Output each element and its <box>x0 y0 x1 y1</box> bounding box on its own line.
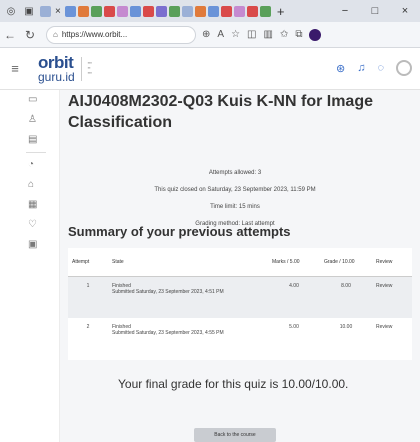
favorite-star-icon[interactable]: ☆ <box>231 29 240 40</box>
page-title: AIJ0408M2302-Q03 Kuis K-NN for Image Cla… <box>68 93 373 131</box>
read-aloud-icon[interactable]: A <box>217 29 224 40</box>
tab-favicon[interactable] <box>155 5 167 17</box>
favorites-icon[interactable]: ✩ <box>280 29 288 40</box>
tab-actions-icon[interactable]: ▣ <box>22 4 36 18</box>
url-field[interactable]: ⌂ https://www.orbit... <box>46 25 196 44</box>
extensions-icon[interactable]: ◫ <box>247 29 256 40</box>
header-grade: Grade / 10.00 <box>320 248 372 277</box>
badge-icon[interactable]: ♡ <box>0 215 60 235</box>
notifications-bell-icon[interactable]: ♫ <box>357 62 365 74</box>
rail-divider <box>26 152 46 153</box>
messages-chat-icon[interactable]: ◌ <box>377 62 384 74</box>
logo-tagline-graphic: ▪▪▪ ▪▪ ▪▪▪ <box>87 60 92 75</box>
back-to-course-button[interactable]: Back to the course <box>194 428 276 442</box>
tab-favicon[interactable] <box>194 5 206 17</box>
header-actions: ⊛ ♫ ◌ <box>336 60 412 76</box>
quiz-closed-date: This quiz closed on Saturday, 23 Septemb… <box>154 187 316 193</box>
tab-favicon[interactable] <box>233 5 245 17</box>
attempt-number: 1 <box>68 276 108 318</box>
tab-favicon[interactable] <box>220 5 232 17</box>
tab-strip: × <box>40 5 271 17</box>
site-header: ≡ orbit guru.id ▪▪▪ ▪▪ ▪▪▪ ⊛ ♫ ◌ <box>0 48 420 90</box>
tab-favicon[interactable] <box>77 5 89 17</box>
tab-favicon[interactable] <box>103 5 115 17</box>
window-controls: − □ × <box>330 0 420 22</box>
tab-favicon[interactable] <box>168 5 180 17</box>
header-marks: Marks / 5.00 <box>268 248 320 277</box>
logo-main-text: orbit <box>38 53 74 72</box>
attempts-allowed: Attempts allowed: 3 <box>208 170 262 176</box>
hamburger-menu-icon[interactable]: ≡ <box>0 61 30 76</box>
header-review: Review <box>372 248 412 277</box>
logo-divider <box>80 56 82 81</box>
table-header-row: Attempt State Marks / 5.00 Grade / 10.00… <box>68 248 412 277</box>
tab-favicon[interactable] <box>181 5 193 17</box>
maximize-button[interactable]: □ <box>360 5 390 17</box>
tab-favicon[interactable] <box>64 5 76 17</box>
attempt-state: Finished Submitted Saturday, 23 Septembe… <box>108 318 268 360</box>
final-grade-text: Your final grade for this quiz is 10.00/… <box>118 377 349 391</box>
profile-icon[interactable] <box>309 28 322 41</box>
table-row: 2 Finished Submitted Saturday, 23 Septem… <box>68 318 412 360</box>
attempt-grade: 8.00 <box>320 276 372 318</box>
logo-sub-text: guru.id <box>38 70 75 84</box>
tab-favicon[interactable] <box>129 5 141 17</box>
header-attempt: Attempt <box>68 248 108 277</box>
attempts-table: Attempt State Marks / 5.00 Grade / 10.00… <box>68 248 412 360</box>
tab-favicon[interactable] <box>142 5 154 17</box>
review-link[interactable]: Review <box>372 276 412 318</box>
attempt-state: Finished Submitted Saturday, 23 Septembe… <box>108 276 268 318</box>
folder-icon[interactable]: ▭ <box>0 90 60 110</box>
minimize-button[interactable]: − <box>330 5 360 17</box>
split-screen-icon[interactable]: ▥ <box>263 29 272 40</box>
reload-icon[interactable]: ↻ <box>20 28 40 42</box>
tab-favicon[interactable] <box>259 5 271 17</box>
new-tab-button[interactable]: + <box>277 4 285 19</box>
browser-tab-bar: ◎ ▣ × + − □ × <box>0 0 420 22</box>
browser-menu-icon[interactable]: ◎ <box>4 4 18 18</box>
clipboard-icon[interactable]: ▣ <box>0 235 60 255</box>
close-window-button[interactable]: × <box>390 5 420 17</box>
tab-favicon[interactable] <box>40 5 51 17</box>
lab-icon[interactable]: ♙ <box>0 110 60 130</box>
dashboard-icon[interactable]: ◔ <box>0 155 60 175</box>
tab-favicon[interactable] <box>207 5 219 17</box>
site-logo[interactable]: orbit guru.id ▪▪▪ ▪▪ ▪▪▪ <box>38 54 106 83</box>
attempt-number: 2 <box>68 318 108 360</box>
review-link[interactable]: Review <box>372 318 412 360</box>
tab-close-icon[interactable]: × <box>55 6 61 17</box>
back-arrow-icon[interactable]: ← <box>0 28 20 42</box>
tab-favicon[interactable] <box>90 5 102 17</box>
header-state: State <box>108 248 268 277</box>
table-row: 1 Finished Submitted Saturday, 23 Septem… <box>68 276 412 318</box>
time-limit: Time limit: 15 mins <box>210 204 260 210</box>
site-info-icon[interactable]: ⌂ <box>53 30 58 39</box>
summary-heading: Summary of your previous attempts <box>68 224 291 239</box>
book-icon[interactable]: ▤ <box>0 130 60 150</box>
address-bar-actions: ⊕ A ☆ ◫ ▥ ✩ ⧉ <box>202 28 322 41</box>
attempt-grade: 10.00 <box>320 318 372 360</box>
tab-favicon[interactable] <box>116 5 128 17</box>
submitted-date: Submitted Saturday, 23 September 2023, 4… <box>112 288 224 295</box>
main-content: AIJ0408M2302-Q03 Kuis K-NN for Image Cla… <box>60 90 420 442</box>
collections-icon[interactable]: ⧉ <box>295 29 302 40</box>
url-text: https://www.orbit... <box>61 30 128 39</box>
user-avatar[interactable] <box>396 60 412 76</box>
language-globe-icon[interactable]: ⊛ <box>336 62 345 75</box>
calendar-icon[interactable]: ▦ <box>0 195 60 215</box>
home-icon[interactable]: ⌂ <box>0 175 60 195</box>
tab-favicon[interactable] <box>246 5 258 17</box>
attempt-marks: 5.00 <box>268 318 320 360</box>
submitted-date: Submitted Saturday, 23 September 2023, 4… <box>112 330 224 336</box>
zoom-icon[interactable]: ⊕ <box>202 29 210 40</box>
left-nav-rail: ▭ ♙ ▤ ◔ ⌂ ▦ ♡ ▣ <box>0 90 60 442</box>
address-bar: ← ↻ ⌂ https://www.orbit... ⊕ A ☆ ◫ ▥ ✩ ⧉ <box>0 22 420 48</box>
attempt-marks: 4.00 <box>268 276 320 318</box>
